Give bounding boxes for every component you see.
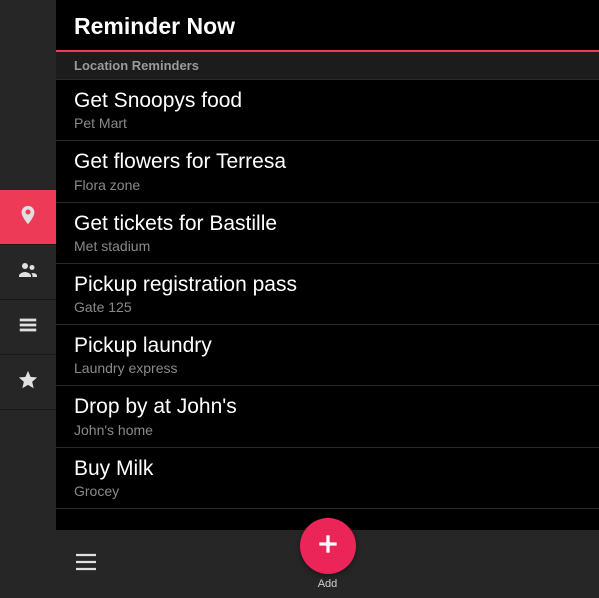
sidebar-item-location[interactable] xyxy=(0,190,56,245)
list-item[interactable]: Buy Milk Grocey xyxy=(56,448,599,509)
reminder-location: Gate 125 xyxy=(74,299,581,315)
list-item[interactable]: Drop by at John's John's home xyxy=(56,386,599,447)
hamburger-icon xyxy=(75,553,97,576)
page-title: Reminder Now xyxy=(74,13,581,40)
list-icon xyxy=(17,314,39,341)
plus-icon xyxy=(315,531,341,562)
reminder-location: Grocey xyxy=(74,483,581,499)
list-item[interactable]: Pickup laundry Laundry express xyxy=(56,325,599,386)
reminder-location: Met stadium xyxy=(74,238,581,254)
main-panel: Reminder Now Location Reminders Get Snoo… xyxy=(56,0,599,598)
sidebar-item-list[interactable] xyxy=(0,300,56,355)
reminder-location: Flora zone xyxy=(74,177,581,193)
add-wrap: Add xyxy=(300,518,356,590)
header: Reminder Now xyxy=(56,0,599,52)
sidebar-item-people[interactable] xyxy=(0,245,56,300)
reminder-title: Get flowers for Terresa xyxy=(74,149,581,175)
reminder-title: Get Snoopys food xyxy=(74,88,581,114)
list-item[interactable]: Pickup registration pass Gate 125 xyxy=(56,264,599,325)
menu-button[interactable] xyxy=(56,530,116,598)
people-icon xyxy=(16,258,40,287)
add-label: Add xyxy=(318,578,338,590)
reminder-title: Pickup laundry xyxy=(74,333,581,359)
reminder-title: Buy Milk xyxy=(74,456,581,482)
reminder-location: Laundry express xyxy=(74,360,581,376)
reminder-location: John's home xyxy=(74,422,581,438)
bottom-bar: Add xyxy=(56,530,599,598)
list-item[interactable]: Get Snoopys food Pet Mart xyxy=(56,80,599,141)
sidebar xyxy=(0,0,56,598)
location-pin-icon xyxy=(17,204,39,231)
add-button[interactable] xyxy=(300,518,356,574)
reminder-location: Pet Mart xyxy=(74,115,581,131)
sidebar-item-favorites[interactable] xyxy=(0,355,56,410)
reminder-title: Pickup registration pass xyxy=(74,272,581,298)
star-icon xyxy=(17,369,39,396)
reminder-title: Get tickets for Bastille xyxy=(74,211,581,237)
reminder-title: Drop by at John's xyxy=(74,394,581,420)
section-header: Location Reminders xyxy=(56,52,599,80)
list-item[interactable]: Get flowers for Terresa Flora zone xyxy=(56,141,599,202)
list-item[interactable]: Get tickets for Bastille Met stadium xyxy=(56,203,599,264)
